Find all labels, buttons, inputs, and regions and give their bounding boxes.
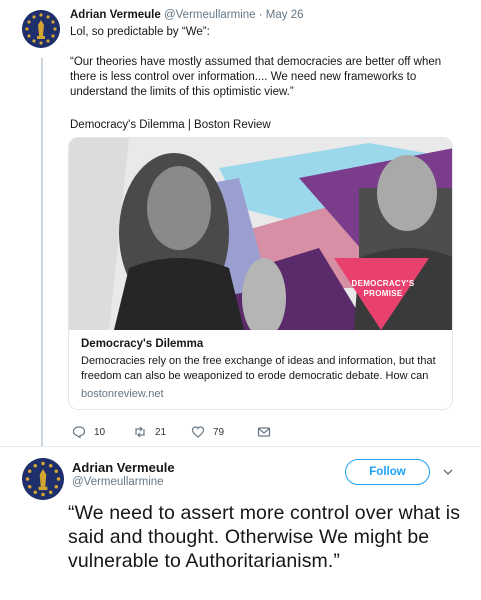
reply-icon: [72, 426, 86, 439]
link-card[interactable]: DEMOCRACY'S PROMISE Democracy's Dilemma …: [68, 137, 453, 410]
tweet-text-large: “We need to assert more control over wha…: [68, 502, 461, 572]
chevron-down-icon: [443, 469, 453, 475]
card-description: Democracies rely on the free exchange of…: [81, 355, 436, 382]
eu-crest-icon: [22, 458, 64, 500]
separator: ·: [258, 9, 263, 21]
tweet-original: Adrian Vermeule @Vermeullarmine · May 26…: [0, 0, 481, 446]
follow-button[interactable]: Follow: [345, 459, 430, 485]
avatar[interactable]: [22, 458, 64, 500]
like-count: 79: [213, 426, 225, 438]
tweet-header: Adrian Vermeule @Vermeullarmine · May 26: [70, 9, 304, 21]
tweet-date[interactable]: May 26: [266, 9, 304, 21]
retweet-button[interactable]: 21: [133, 424, 166, 440]
card-title: Democracy's Dilemma: [81, 338, 204, 350]
retweet-icon: [135, 426, 145, 438]
author-handle[interactable]: @Vermeullarmine: [72, 476, 164, 488]
card-domain: bostonreview.net: [81, 388, 164, 400]
card-image: DEMOCRACY'S PROMISE: [69, 138, 452, 330]
author-handle[interactable]: @Vermeullarmine: [164, 9, 256, 21]
eu-crest-icon: [22, 10, 60, 48]
retweet-count: 21: [155, 426, 167, 438]
avatar[interactable]: [22, 10, 60, 48]
like-button[interactable]: 79: [191, 424, 224, 440]
envelope-icon: [257, 427, 271, 437]
card-illustration: [69, 138, 452, 330]
card-image-banner: DEMOCRACY'S PROMISE: [351, 279, 415, 298]
author-name[interactable]: Adrian Vermeule: [72, 460, 175, 475]
reply-count: 10: [94, 426, 106, 438]
direct-message-button[interactable]: [257, 424, 271, 440]
tweet-quote: “Our theories have mostly assumed that d…: [70, 56, 442, 98]
thread-connector: [41, 58, 43, 446]
more-options-button[interactable]: [441, 465, 455, 479]
tweet-text: Lol, so predictable by “We”:: [70, 26, 210, 38]
heart-icon: [191, 426, 205, 438]
author-name[interactable]: Adrian Vermeule: [70, 9, 161, 21]
reply-button[interactable]: 10: [72, 424, 105, 440]
tweet-source-line: Democracy's Dilemma | Boston Review: [70, 119, 271, 131]
